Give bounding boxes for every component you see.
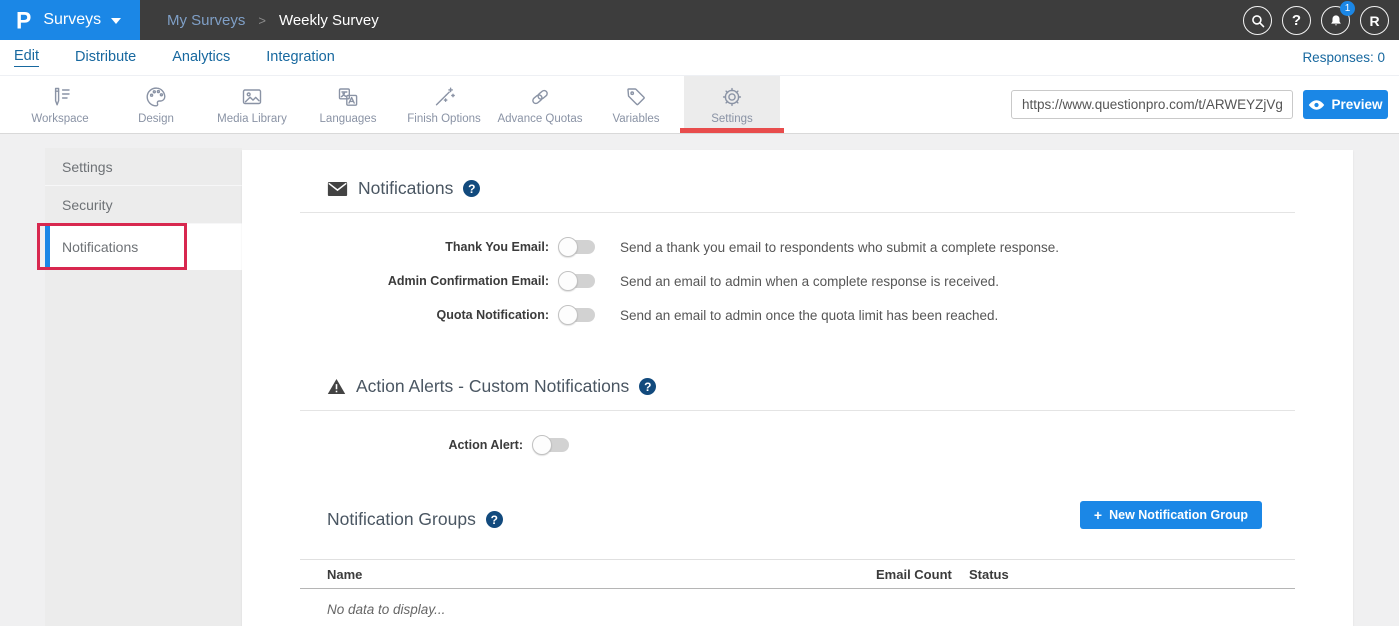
survey-url-input[interactable] bbox=[1011, 90, 1293, 119]
breadcrumb-my-surveys[interactable]: My Surveys bbox=[167, 12, 245, 29]
admin-confirmation-email-toggle[interactable] bbox=[561, 274, 595, 288]
bell-icon bbox=[1328, 13, 1344, 29]
new-notification-group-button[interactable]: + New Notification Group bbox=[1080, 501, 1262, 529]
caret-down-icon bbox=[111, 18, 121, 24]
topbar-actions: ? 1 R bbox=[1243, 6, 1389, 35]
quota-notification-toggle[interactable] bbox=[561, 308, 595, 322]
nav-tab-analytics[interactable]: Analytics bbox=[172, 49, 230, 67]
toolbar-item-variables[interactable]: Variables bbox=[588, 76, 684, 133]
admin-confirmation-email-row: Admin Confirmation Email: Send an email … bbox=[300, 264, 1295, 298]
column-header-name: Name bbox=[327, 567, 876, 582]
column-header-email-count: Email Count bbox=[876, 567, 969, 582]
action-alert-toggle[interactable] bbox=[535, 438, 569, 452]
advance-quotas-icon bbox=[527, 84, 553, 110]
search-icon bbox=[1250, 13, 1266, 29]
column-header-status: Status bbox=[969, 567, 1295, 582]
toolbar-item-finish-options[interactable]: Finish Options bbox=[396, 76, 492, 133]
nav-tab-integration[interactable]: Integration bbox=[266, 49, 335, 67]
breadcrumb-current-survey: Weekly Survey bbox=[279, 12, 379, 29]
section-title-notifications: Notifications bbox=[358, 178, 453, 199]
toolbar-item-languages[interactable]: Languages bbox=[300, 76, 396, 133]
design-icon bbox=[143, 84, 169, 110]
content-area: Settings Security Notifications Notifica… bbox=[0, 135, 1399, 626]
divider bbox=[300, 212, 1295, 213]
responses-count[interactable]: Responses: 0 bbox=[1302, 50, 1385, 65]
product-name: Surveys bbox=[43, 11, 101, 29]
notification-toggles: Thank You Email: Send a thank you email … bbox=[300, 230, 1295, 332]
action-alerts-section-header: Action Alerts - Custom Notifications ? bbox=[300, 376, 1295, 397]
thank-you-email-toggle[interactable] bbox=[561, 240, 595, 254]
topbar: P Surveys My Surveys > Weekly Survey ? 1… bbox=[0, 0, 1399, 40]
breadcrumb-separator: > bbox=[258, 13, 266, 28]
edit-toolbar: Workspace Design Media Library Languages… bbox=[0, 75, 1399, 134]
thank-you-email-label: Thank You Email: bbox=[327, 240, 549, 254]
toolbar-item-settings[interactable]: Settings bbox=[684, 76, 780, 133]
main-nav: Edit Distribute Analytics Integration Re… bbox=[0, 40, 1399, 75]
question-mark-icon: ? bbox=[1292, 12, 1301, 29]
sidebar-item-notifications[interactable]: Notifications bbox=[45, 224, 242, 270]
nav-tab-distribute[interactable]: Distribute bbox=[75, 49, 136, 67]
help-button[interactable]: ? bbox=[1282, 6, 1311, 35]
admin-confirmation-email-label: Admin Confirmation Email: bbox=[327, 274, 549, 288]
sidebar-item-settings[interactable]: Settings bbox=[45, 148, 242, 186]
quota-notification-description: Send an email to admin once the quota li… bbox=[620, 308, 998, 323]
eye-icon bbox=[1308, 99, 1325, 111]
notifications-panel: Notifications ? Thank You Email: Send a … bbox=[242, 150, 1353, 626]
quota-notification-label: Quota Notification: bbox=[327, 308, 549, 322]
finish-options-icon bbox=[431, 84, 457, 110]
thank-you-email-row: Thank You Email: Send a thank you email … bbox=[300, 230, 1295, 264]
toolbar-item-workspace[interactable]: Workspace bbox=[12, 76, 108, 133]
product-switcher[interactable]: P Surveys bbox=[0, 0, 140, 40]
notification-count-badge: 1 bbox=[1340, 1, 1355, 16]
notifications-button[interactable]: 1 bbox=[1321, 6, 1350, 35]
action-alerts-help-icon[interactable]: ? bbox=[639, 378, 656, 395]
section-title-notification-groups: Notification Groups bbox=[327, 509, 476, 530]
section-title-action-alerts: Action Alerts - Custom Notifications bbox=[356, 376, 629, 397]
search-button[interactable] bbox=[1243, 6, 1272, 35]
action-alert-row: Action Alert: bbox=[300, 428, 1295, 462]
action-alert-label: Action Alert: bbox=[327, 438, 523, 452]
notifications-section-header: Notifications ? bbox=[300, 178, 1295, 199]
preview-button[interactable]: Preview bbox=[1303, 90, 1388, 119]
workspace-icon bbox=[47, 84, 73, 110]
avatar-initial: R bbox=[1369, 13, 1379, 29]
divider bbox=[300, 410, 1295, 411]
sidebar-item-security[interactable]: Security bbox=[45, 186, 242, 224]
empty-table-message: No data to display... bbox=[300, 602, 1295, 617]
toolbar-item-design[interactable]: Design bbox=[108, 76, 204, 133]
groups-table-header: Name Email Count Status bbox=[300, 559, 1295, 589]
settings-sidebar: Settings Security Notifications bbox=[45, 148, 242, 626]
admin-confirmation-email-description: Send an email to admin when a complete r… bbox=[620, 274, 999, 289]
settings-highlight-underline bbox=[680, 128, 784, 133]
quota-notification-row: Quota Notification: Send an email to adm… bbox=[300, 298, 1295, 332]
toolbar-item-media-library[interactable]: Media Library bbox=[204, 76, 300, 133]
breadcrumb: My Surveys > Weekly Survey bbox=[167, 0, 379, 40]
notification-groups-help-icon[interactable]: ? bbox=[486, 511, 503, 528]
questionpro-logo-icon: P bbox=[16, 6, 31, 34]
settings-icon bbox=[719, 84, 745, 110]
sidebar-filler bbox=[45, 270, 242, 626]
warning-triangle-icon bbox=[327, 378, 346, 395]
languages-icon bbox=[335, 84, 361, 110]
variables-icon bbox=[623, 84, 649, 110]
toolbar-right: Preview bbox=[1011, 90, 1388, 119]
media-library-icon bbox=[239, 84, 265, 110]
thank-you-email-description: Send a thank you email to respondents wh… bbox=[620, 240, 1059, 255]
envelope-icon bbox=[327, 181, 348, 197]
plus-icon: + bbox=[1094, 507, 1102, 523]
account-avatar[interactable]: R bbox=[1360, 6, 1389, 35]
notification-groups-header: Notification Groups ? + New Notification… bbox=[300, 509, 1295, 530]
questionpro-settings-page: P Surveys My Surveys > Weekly Survey ? 1… bbox=[0, 0, 1399, 626]
action-alert-toggles: Action Alert: bbox=[300, 428, 1295, 462]
nav-tab-edit[interactable]: Edit bbox=[14, 48, 39, 67]
notifications-help-icon[interactable]: ? bbox=[463, 180, 480, 197]
toolbar-item-advance-quotas[interactable]: Advance Quotas bbox=[492, 76, 588, 133]
